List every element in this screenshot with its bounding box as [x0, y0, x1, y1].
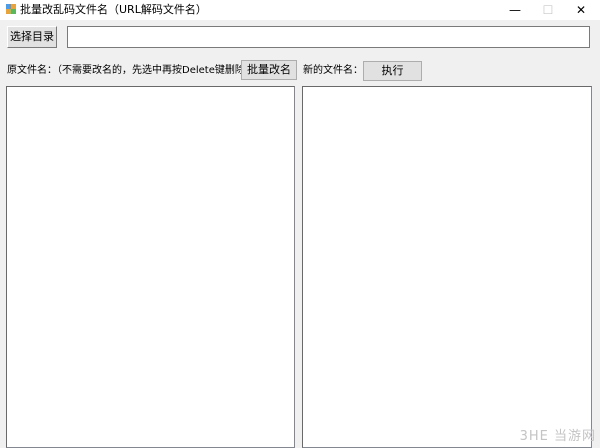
directory-path-input[interactable] — [67, 26, 590, 48]
app-icon — [6, 4, 16, 14]
original-filenames-list[interactable] — [6, 86, 295, 448]
client-area: 选择目录 原文件名：（不需要改名的，先选中再按Delete键删除） 批量改名 新… — [0, 20, 600, 448]
original-names-label: 原文件名：（不需要改名的，先选中再按Delete键删除） — [7, 65, 255, 76]
maximize-button[interactable]: ☐ — [533, 0, 563, 20]
execute-button[interactable]: 执行 — [363, 61, 422, 81]
new-filenames-list[interactable] — [302, 86, 592, 448]
minimize-button[interactable]: — — [500, 0, 530, 20]
close-button[interactable]: ✕ — [566, 0, 596, 20]
new-names-label: 新的文件名： — [303, 65, 363, 76]
title-bar: 批量改乱码文件名（URL解码文件名） — ☐ ✕ — [0, 0, 600, 20]
batch-rename-button[interactable]: 批量改名 — [241, 60, 297, 80]
window-title: 批量改乱码文件名（URL解码文件名） — [20, 3, 207, 16]
select-directory-button[interactable]: 选择目录 — [7, 26, 57, 48]
watermark-logo: 3HE 当游网 — [519, 429, 596, 444]
